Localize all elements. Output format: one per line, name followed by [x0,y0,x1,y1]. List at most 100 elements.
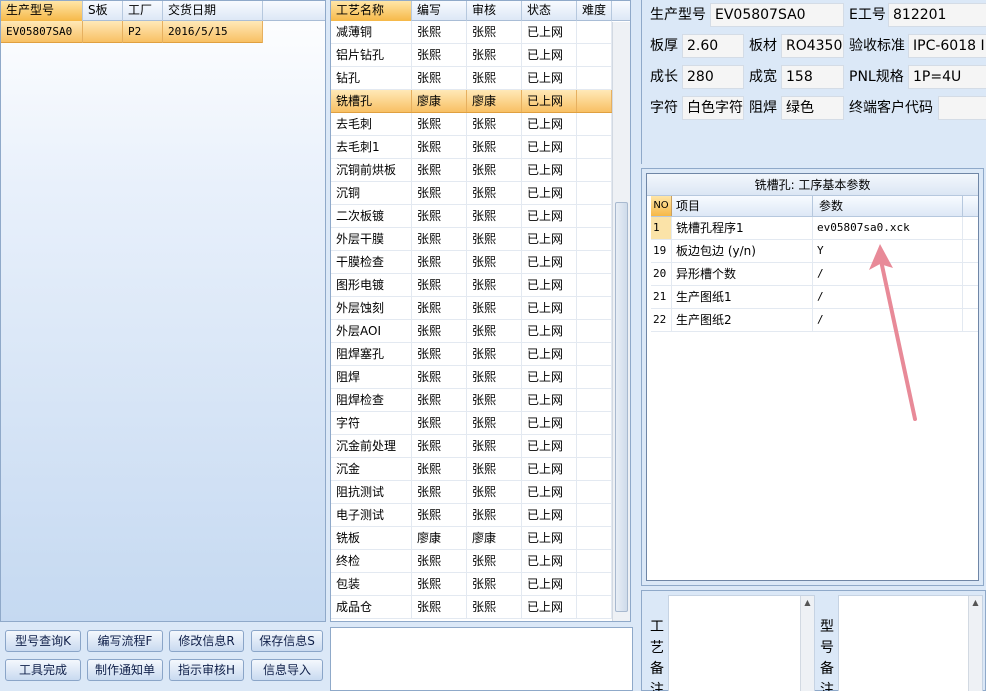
process-row[interactable]: 终检 张熙 张熙 已上网 [331,550,612,573]
cell-writer: 张熙 [412,573,467,595]
process-row[interactable]: 电子测试 张熙 张熙 已上网 [331,504,612,527]
process-row[interactable]: 去毛刺1 张熙 张熙 已上网 [331,136,612,159]
cell-writer: 张熙 [412,136,467,158]
cell-reviewer: 张熙 [467,159,522,181]
mask-field[interactable]: 绿色 [781,96,844,120]
process-note-scrollbar[interactable]: ▲ [800,596,814,691]
cell-writer: 张熙 [412,159,467,181]
col-reviewer[interactable]: 审核 [467,1,522,21]
cell-difficulty [577,136,612,158]
instruction-review-button[interactable]: 指示审核H [169,659,244,681]
cell-writer: 张熙 [412,44,467,66]
process-row[interactable]: 阻焊 张熙 张熙 已上网 [331,366,612,389]
col-writer[interactable]: 编写 [412,1,467,21]
col-factory[interactable]: 工厂 [123,1,163,21]
process-row[interactable]: 阻焊检查 张熙 张熙 已上网 [331,389,612,412]
process-row[interactable]: 沉金前处理 张熙 张熙 已上网 [331,435,612,458]
process-row[interactable]: 沉金 张熙 张熙 已上网 [331,458,612,481]
col-delivery-date[interactable]: 交货日期 [163,1,263,21]
cell-status: 已上网 [522,67,577,89]
cell-process-name: 铣板 [331,527,412,549]
cell-writer: 张熙 [412,205,467,227]
process-row[interactable]: 字符 张熙 张熙 已上网 [331,412,612,435]
model-note-scrollbar[interactable]: ▲ [968,596,982,691]
cell-difficulty [577,21,612,43]
material-field[interactable]: RO4350B [781,34,844,58]
process-row[interactable]: 图形电镀 张熙 张熙 已上网 [331,274,612,297]
process-row[interactable]: 铣槽孔 廖康 廖康 已上网 [331,90,612,113]
info-import-button[interactable]: 信息导入 [251,659,323,681]
standard-field[interactable]: IPC-6018 III [908,34,986,58]
cell-status: 已上网 [522,274,577,296]
process-row[interactable]: 外层AOI 张熙 张熙 已上网 [331,320,612,343]
process-row[interactable]: 包装 张熙 张熙 已上网 [331,573,612,596]
col-difficulty[interactable]: 难度 [577,1,612,21]
cell-process-name: 阻抗测试 [331,481,412,503]
process-scroll-thumb[interactable] [615,202,628,612]
process-row[interactable]: 铝片钻孔 张熙 张熙 已上网 [331,44,612,67]
cell-reviewer: 张熙 [467,343,522,365]
process-row[interactable]: 外层干膜 张熙 张熙 已上网 [331,228,612,251]
cell-process-name: 阻焊 [331,366,412,388]
process-row[interactable]: 铣板 廖康 廖康 已上网 [331,527,612,550]
tool-complete-button[interactable]: 工具完成 [5,659,81,681]
order-model: EV05807SA0 [1,21,83,43]
process-row[interactable]: 减薄铜 张熙 张熙 已上网 [331,21,612,44]
make-notice-button[interactable]: 制作通知单 [87,659,163,681]
length-field[interactable]: 280 [682,65,744,89]
thickness-field[interactable]: 2.60 [682,34,744,58]
process-row[interactable]: 干膜检查 张熙 张熙 已上网 [331,251,612,274]
process-scrollbar[interactable] [612,22,630,621]
cell-reviewer: 张熙 [467,389,522,411]
cell-difficulty [577,458,612,480]
process-row[interactable]: 沉铜 张熙 张熙 已上网 [331,182,612,205]
modify-info-button[interactable]: 修改信息R [169,630,244,652]
cell-writer: 张熙 [412,550,467,572]
pnl-field[interactable]: 1P=4U [908,65,986,89]
process-row[interactable]: 成品仓 张熙 张熙 已上网 [331,596,612,619]
cell-writer: 张熙 [412,297,467,319]
eno-field[interactable]: 812201 [888,3,986,27]
cell-status: 已上网 [522,573,577,595]
col-status[interactable]: 状态 [522,1,577,21]
char-field[interactable]: 白色字符 [682,96,744,120]
col-sboard[interactable]: S板 [83,1,123,21]
cell-reviewer: 廖康 [467,90,522,112]
scroll-up-icon[interactable]: ▲ [969,596,982,610]
process-note-field[interactable]: ▲ [668,595,815,691]
col-model[interactable]: 生产型号 [1,1,83,21]
model-note-field[interactable]: ▲ [838,595,983,691]
process-row[interactable]: 阻抗测试 张熙 张熙 已上网 [331,481,612,504]
process-row[interactable]: 沉铜前烘板 张熙 张熙 已上网 [331,159,612,182]
char-label: 字符 [650,100,678,116]
cell-status: 已上网 [522,90,577,112]
param-panel: 铣槽孔: 工序基本参数 NO 项目 参数 1 铣槽孔程序1 ev05807sa0.x… [641,168,984,586]
cell-writer: 张熙 [412,343,467,365]
customer-field[interactable] [938,96,986,120]
cell-difficulty [577,412,612,434]
process-grid: 工艺名称 编写 审核 状态 难度 减薄铜 张熙 张熙 已上网 铝片钻孔 张熙 张熙 已上网 钻孔… [330,0,631,622]
message-box[interactable] [330,627,633,691]
process-row[interactable]: 外层蚀刻 张熙 张熙 已上网 [331,297,612,320]
process-grid-header: 工艺名称 编写 审核 状态 难度 [331,1,630,21]
cell-reviewer: 廖康 [467,527,522,549]
width-field[interactable]: 158 [781,65,844,89]
process-row[interactable]: 阻焊塞孔 张熙 张熙 已上网 [331,343,612,366]
annotation-arrow [869,244,917,421]
cell-writer: 张熙 [412,251,467,273]
process-row[interactable]: 钻孔 张熙 张熙 已上网 [331,67,612,90]
process-row[interactable]: 二次板镀 张熙 张熙 已上网 [331,205,612,228]
model-field[interactable]: EV05807SA0 [710,3,844,27]
scroll-up-icon[interactable]: ▲ [801,596,814,610]
write-flow-button[interactable]: 编写流程F [87,630,163,652]
cell-reviewer: 张熙 [467,504,522,526]
model-query-button[interactable]: 型号查询K [5,630,81,652]
order-row[interactable]: EV05807SA0 P2 2016/5/15 [1,21,263,43]
save-info-button[interactable]: 保存信息S [251,630,323,652]
process-grid-body: 减薄铜 张熙 张熙 已上网 铝片钻孔 张熙 张熙 已上网 钻孔 张熙 张熙 已上网 铣槽孔 廖康 廖康 已上网… [331,21,630,619]
cell-reviewer: 张熙 [467,550,522,572]
length-label: 成长 [650,69,678,85]
process-row[interactable]: 去毛刺 张熙 张熙 已上网 [331,113,612,136]
cell-status: 已上网 [522,527,577,549]
col-process-name[interactable]: 工艺名称 [331,1,412,21]
